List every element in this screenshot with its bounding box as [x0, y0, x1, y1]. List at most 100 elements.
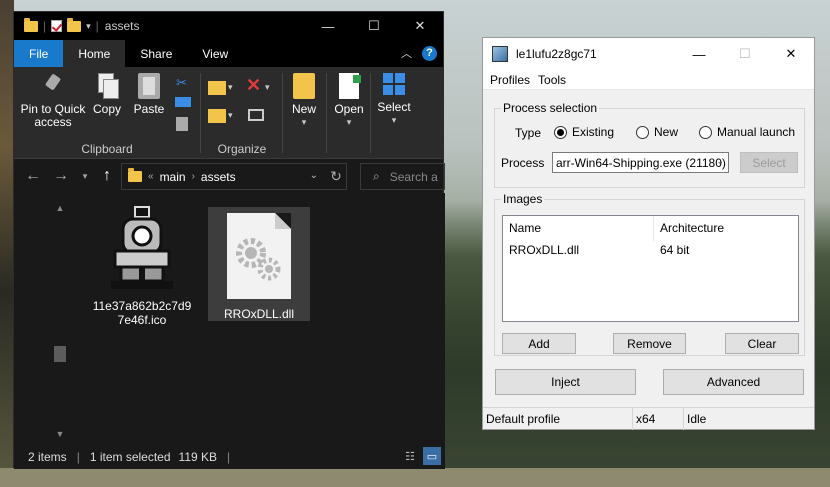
status-profile: Default profile [483, 408, 633, 430]
radio-manual-launch[interactable]: Manual launch [699, 125, 795, 139]
images-list[interactable]: Name Architecture RROxDLL.dll 64 bit [502, 215, 799, 322]
column-header-architecture[interactable]: Architecture [660, 221, 724, 235]
paste-button[interactable]: Paste [130, 73, 168, 116]
injector-titlebar[interactable]: le1lufu2z8gc71 — ☐ ✕ [483, 38, 814, 70]
tab-home[interactable]: Home [63, 40, 126, 67]
quick-access-toolbar: | ▾ | [14, 17, 99, 33]
injector-status-bar: Default profile x64 Idle [483, 407, 814, 430]
process-selection-group: Process selection Type Existing New Manu… [494, 101, 805, 188]
scroll-up-icon[interactable]: ▲ [52, 203, 68, 217]
copy-button[interactable]: Copy [90, 73, 124, 116]
ribbon: Pin to Quick access Copy Paste ✂ Clipboa… [14, 67, 443, 159]
scroll-thumb[interactable] [54, 346, 66, 362]
minimize-button[interactable]: — [305, 12, 351, 40]
address-dropdown-chevron-icon[interactable]: ⌄ [310, 170, 318, 181]
select-button[interactable]: Select ▾ [374, 73, 414, 127]
process-label: Process [501, 156, 545, 170]
search-icon: ⌕ [373, 169, 380, 183]
group-legend: Images [501, 192, 545, 206]
breadcrumb-assets[interactable]: assets [201, 170, 236, 184]
paste-icon [138, 73, 160, 99]
rename-icon[interactable] [248, 109, 264, 121]
delete-icon[interactable]: ✕ [246, 75, 261, 96]
cut-icon[interactable]: ✂ [176, 75, 190, 90]
maximize-button: ☐ [739, 46, 751, 61]
radio-new[interactable]: New [636, 125, 678, 139]
search-input[interactable]: ⌕ Search a [360, 163, 445, 190]
column-header-name[interactable]: Name [509, 221, 541, 235]
help-icon[interactable]: ? [422, 45, 437, 61]
breadcrumb-main[interactable]: main [160, 170, 186, 184]
process-select[interactable]: arr-Win64-Shipping.exe (21180) ⌄ [552, 152, 729, 173]
large-icons-view-icon[interactable]: ▭ [423, 447, 441, 465]
close-button[interactable]: ✕ [397, 12, 443, 40]
ribbon-tabs: File Home Share View ︿ ? [14, 40, 443, 67]
organize-group: ▾ ▾ ✕ ▾ Organize [202, 67, 282, 159]
inject-button[interactable]: Inject [495, 369, 636, 395]
selection-count: 1 item selected [89, 449, 171, 464]
window-title: le1lufu2z8gc71 [516, 47, 597, 61]
menu-profiles[interactable]: Profiles [490, 73, 530, 87]
new-button[interactable]: New ▾ [286, 73, 322, 129]
chevron-down-icon: ⌄ [716, 156, 724, 166]
images-group: Images Name Architecture RROxDLL.dll 64 … [494, 192, 805, 356]
tab-share[interactable]: Share [125, 40, 187, 67]
file-list-pane: ▲ ▼ 11e37a862b2c7d9 7e46f.ico RROxDLL.dl… [14, 193, 445, 444]
customize-qa-chevron-icon[interactable]: ▾ [86, 21, 91, 32]
collapse-ribbon-chevron-icon[interactable]: ︿ [401, 45, 412, 61]
folder-icon [128, 168, 142, 182]
left-scrollbar[interactable]: ▲ ▼ [52, 203, 68, 443]
forward-arrow-icon[interactable]: → [50, 159, 72, 193]
move-to-icon[interactable] [208, 81, 226, 95]
window-title: assets [104, 19, 140, 33]
file-item-dll[interactable]: RROxDLL.dll [208, 207, 310, 321]
file-name: 11e37a862b2c7d9 [92, 299, 192, 313]
select-button[interactable]: Select [740, 152, 798, 173]
menu-tools[interactable]: Tools [538, 73, 566, 87]
back-arrow-icon[interactable]: ← [22, 159, 44, 193]
copy-to-icon[interactable] [208, 109, 226, 123]
selection-size: 119 KB [178, 449, 218, 464]
radio-existing[interactable]: Existing [554, 125, 614, 139]
up-arrow-icon[interactable]: ↑ [96, 159, 118, 193]
tab-file[interactable]: File [14, 40, 64, 67]
open-button[interactable]: Open ▾ [330, 73, 368, 129]
details-view-icon[interactable]: ☷ [401, 447, 419, 465]
group-legend: Process selection [501, 101, 600, 115]
address-field[interactable]: « main › assets ⌄ [121, 163, 347, 190]
clear-button[interactable]: Clear [725, 333, 799, 354]
select-icon [383, 73, 405, 97]
file-item-ico[interactable]: 11e37a862b2c7d9 7e46f.ico [92, 205, 192, 327]
status-bar: 2 items | 1 item selected 119 KB | ☷ ▭ [14, 444, 445, 469]
properties-icon[interactable] [51, 20, 63, 32]
train-icon [107, 205, 177, 295]
breadcrumb-overflow[interactable]: « [148, 171, 154, 182]
table-row-arch[interactable]: 64 bit [660, 243, 689, 257]
minimize-button[interactable]: — [676, 38, 722, 70]
remove-button[interactable]: Remove [613, 333, 686, 354]
breadcrumb-chevron-icon: › [191, 171, 195, 182]
new-folder-icon[interactable] [67, 17, 82, 32]
table-row-name[interactable]: RROxDLL.dll [509, 243, 579, 257]
paste-shortcut-icon[interactable] [176, 117, 188, 131]
tab-view[interactable]: View [187, 40, 243, 67]
injector-window: le1lufu2z8gc71 — ☐ ✕ Profiles Tools Proc… [482, 37, 815, 430]
file-explorer-window: | ▾ | assets — ☐ ✕ File Home Share View … [13, 11, 445, 469]
explorer-titlebar[interactable]: | ▾ | assets — ☐ ✕ [14, 12, 443, 40]
recent-locations-chevron-icon[interactable]: ▾ [74, 159, 96, 193]
add-button[interactable]: Add [502, 333, 576, 354]
pin-icon [42, 73, 64, 99]
maximize-button[interactable]: ☐ [351, 12, 397, 40]
type-label: Type [515, 126, 542, 140]
refresh-icon[interactable]: ↻ [324, 163, 348, 190]
menu-bar: Profiles Tools [483, 70, 814, 90]
scroll-down-icon[interactable]: ▼ [52, 429, 68, 443]
advanced-button[interactable]: Advanced [663, 369, 804, 395]
address-bar-row: ← → ▾ ↑ « main › assets ⌄ ↻ ⌕ Search a [14, 159, 445, 193]
folder-icon [24, 17, 38, 32]
pin-to-quick-access-button[interactable]: Pin to Quick access [18, 73, 88, 129]
status-state: Idle [687, 412, 707, 426]
new-folder-icon [293, 73, 315, 99]
close-button[interactable]: ✕ [768, 38, 814, 70]
copy-path-icon[interactable] [175, 97, 191, 107]
